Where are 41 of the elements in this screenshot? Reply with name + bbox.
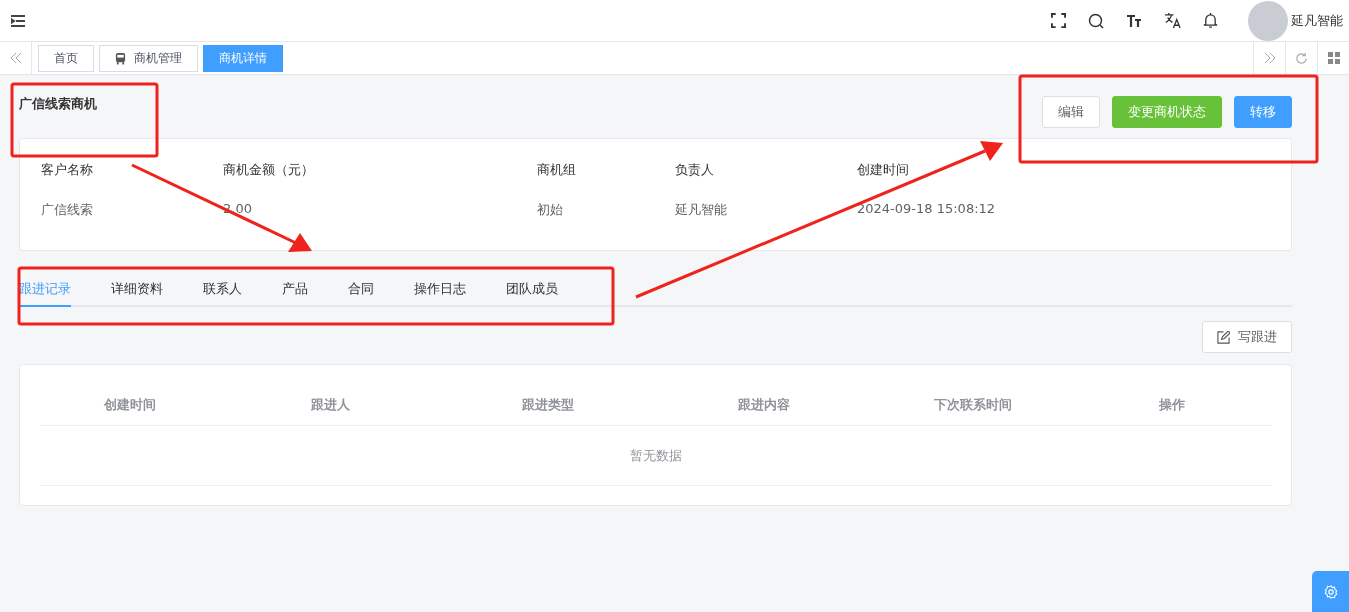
edit-icon: [1217, 330, 1230, 344]
column-header: 跟进内容: [737, 396, 791, 414]
double-chevron-left-icon: [9, 52, 22, 64]
translate-icon[interactable]: [1164, 12, 1181, 29]
column-header: 操作: [1158, 396, 1186, 414]
fullscreen-icon[interactable]: [1051, 13, 1066, 28]
page-tag[interactable]: 商机管理: [99, 44, 198, 72]
grid-icon: [1327, 52, 1340, 64]
write-followup-button[interactable]: 写跟进: [1202, 321, 1292, 353]
menu-icon[interactable]: [11, 14, 25, 27]
field-label: 商机金额（元）: [223, 161, 315, 179]
field-value: 初始: [537, 200, 564, 219]
column-header: 跟进人: [309, 396, 351, 414]
settings-icon: [1323, 584, 1338, 599]
field-label: 创建时间: [857, 161, 910, 179]
field-label: 客户名称: [41, 161, 94, 179]
page-tag[interactable]: 首页: [38, 44, 94, 72]
tab[interactable]: 联系人: [203, 268, 242, 307]
field-label: 负责人: [675, 161, 715, 179]
column-header: 下次联系时间: [933, 396, 1013, 414]
field-value: 2024-09-18 15:08:12: [857, 200, 997, 218]
edit-button[interactable]: 编辑: [1042, 95, 1100, 128]
tab[interactable]: 操作日志: [414, 268, 466, 307]
search-icon[interactable]: [1088, 12, 1104, 29]
field-value: 延凡智能: [675, 200, 728, 219]
tab[interactable]: 产品: [282, 268, 308, 307]
tab[interactable]: 合同: [348, 268, 374, 307]
double-chevron-right-icon: [1263, 52, 1276, 64]
field-label: 商机组: [537, 161, 577, 179]
column-header: 创建时间: [103, 396, 157, 414]
tab[interactable]: 团队成员: [506, 268, 558, 307]
user-name[interactable]: 延凡智能: [1291, 11, 1343, 30]
empty-text: 暂无数据: [629, 446, 682, 465]
refresh-icon: [1295, 51, 1308, 65]
bus-icon: [115, 51, 126, 65]
font-size-icon[interactable]: [1126, 13, 1142, 28]
page-title: 广信线索商机: [19, 94, 97, 113]
bell-icon[interactable]: [1203, 12, 1218, 29]
tab[interactable]: 详细资料: [111, 268, 163, 307]
field-value: 广信线索: [41, 200, 94, 219]
column-header: 跟进类型: [520, 396, 575, 414]
